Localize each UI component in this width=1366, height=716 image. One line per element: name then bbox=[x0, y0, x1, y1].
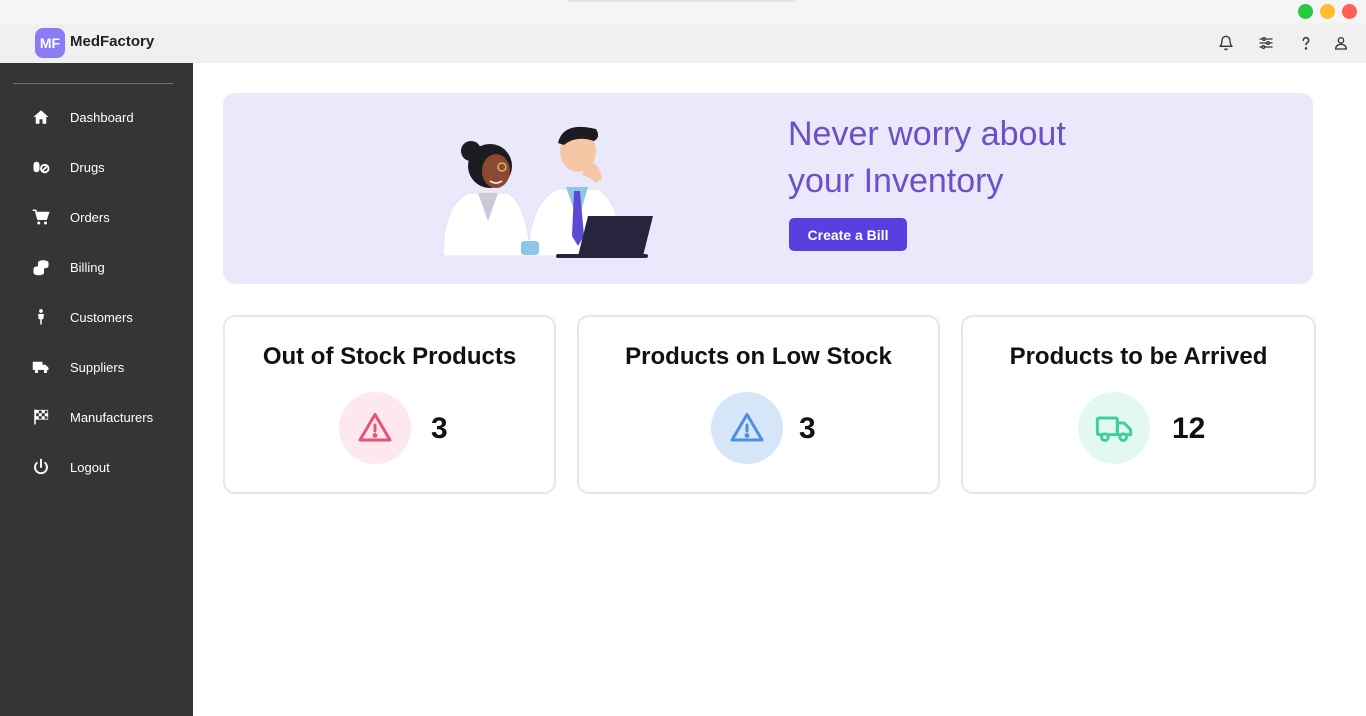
products-arriving-card[interactable]: Products to be Arrived 12 bbox=[961, 315, 1316, 494]
sidebar-item-label: Manufacturers bbox=[70, 409, 154, 425]
banner-headline-line2: your Inventory bbox=[788, 162, 1004, 200]
warning-icon bbox=[711, 392, 783, 464]
home-icon bbox=[0, 108, 70, 126]
card-title: Products to be Arrived bbox=[1009, 343, 1268, 370]
truck-icon bbox=[0, 358, 70, 376]
create-bill-button[interactable]: Create a Bill bbox=[789, 218, 907, 251]
sidebar-item-manufacturers[interactable]: Manufacturers bbox=[0, 392, 193, 442]
window-titlebar bbox=[0, 0, 1366, 23]
pills-icon bbox=[0, 158, 70, 176]
truck-icon bbox=[1078, 392, 1150, 464]
arriving-count: 12 bbox=[1172, 412, 1206, 445]
sidebar-item-label: Customers bbox=[70, 309, 133, 325]
sliders-icon[interactable] bbox=[1246, 23, 1286, 63]
sidebar-item-dashboard[interactable]: Dashboard bbox=[0, 92, 193, 142]
top-bar bbox=[0, 23, 1366, 63]
minimize-button[interactable] bbox=[1320, 4, 1335, 19]
hero-banner: Never worry about your Inventory Create … bbox=[223, 93, 1313, 284]
customer-icon bbox=[0, 308, 70, 326]
card-title: Products on Low Stock bbox=[625, 343, 892, 370]
sidebar-item-billing[interactable]: Billing bbox=[0, 242, 193, 292]
titlebar-handle bbox=[568, 0, 796, 2]
sidebar-item-drugs[interactable]: Drugs bbox=[0, 142, 193, 192]
banner-headline: Never worry about your Inventory bbox=[788, 111, 1066, 205]
cart-icon bbox=[0, 208, 70, 226]
low-stock-count: 3 bbox=[799, 412, 816, 445]
close-button[interactable] bbox=[1342, 4, 1357, 19]
user-icon[interactable] bbox=[1326, 23, 1356, 63]
sidebar: Dashboard Drugs Orders Billing Customers… bbox=[0, 63, 193, 716]
sidebar-item-logout[interactable]: Logout bbox=[0, 442, 193, 492]
app-name: MedFactory bbox=[70, 33, 155, 50]
brand: MF MedFactory bbox=[0, 23, 193, 63]
sidebar-item-label: Logout bbox=[70, 459, 110, 475]
sidebar-item-suppliers[interactable]: Suppliers bbox=[0, 342, 193, 392]
sidebar-item-label: Dashboard bbox=[70, 109, 134, 125]
doctors-illustration bbox=[442, 126, 653, 258]
sidebar-nav: Dashboard Drugs Orders Billing Customers… bbox=[0, 92, 193, 492]
help-icon[interactable] bbox=[1286, 23, 1326, 63]
card-title: Out of Stock Products bbox=[262, 343, 517, 370]
low-stock-card[interactable]: Products on Low Stock 3 bbox=[577, 315, 940, 494]
sidebar-item-customers[interactable]: Customers bbox=[0, 292, 193, 342]
app-logo: MF bbox=[35, 28, 65, 58]
sidebar-item-label: Billing bbox=[70, 259, 105, 275]
top-icons bbox=[1206, 23, 1356, 63]
maximize-button[interactable] bbox=[1298, 4, 1313, 19]
sidebar-divider bbox=[13, 83, 173, 84]
banner-headline-line1: Never worry about bbox=[788, 115, 1066, 153]
coins-icon bbox=[0, 258, 70, 276]
warning-icon bbox=[339, 392, 411, 464]
sidebar-item-label: Orders bbox=[70, 209, 110, 225]
power-icon bbox=[0, 458, 70, 476]
out-of-stock-card[interactable]: Out of Stock Products 3 bbox=[223, 315, 556, 494]
bell-icon[interactable] bbox=[1206, 23, 1246, 63]
sidebar-item-orders[interactable]: Orders bbox=[0, 192, 193, 242]
sidebar-item-label: Drugs bbox=[70, 159, 105, 175]
flag-icon bbox=[0, 408, 70, 426]
sidebar-item-label: Suppliers bbox=[70, 359, 125, 375]
out-of-stock-count: 3 bbox=[431, 412, 448, 445]
